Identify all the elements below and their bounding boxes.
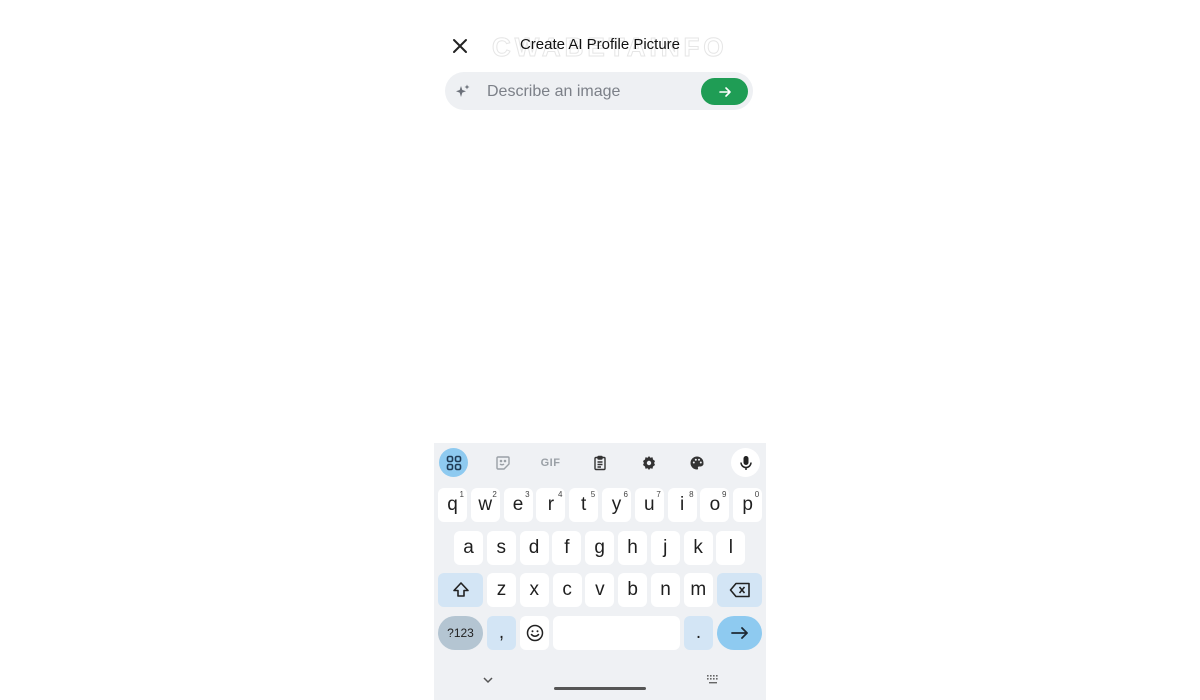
key-h[interactable]: h bbox=[618, 531, 647, 565]
key-label: y bbox=[611, 494, 622, 515]
key-u[interactable]: u7 bbox=[634, 488, 664, 522]
key-hint: 7 bbox=[656, 490, 661, 499]
clipboard-icon bbox=[593, 455, 606, 470]
sparkle-icon bbox=[456, 84, 470, 97]
key-label: t bbox=[581, 494, 587, 515]
key-label: q bbox=[447, 494, 458, 515]
key-z[interactable]: z bbox=[487, 573, 516, 607]
prompt-input[interactable] bbox=[485, 72, 699, 112]
key-label: w bbox=[478, 494, 493, 515]
sticker-icon bbox=[495, 455, 510, 470]
space-key[interactable] bbox=[553, 616, 680, 650]
key-hint: 5 bbox=[590, 490, 596, 499]
prompt-bar bbox=[445, 72, 753, 112]
gif-button[interactable]: GIF bbox=[536, 448, 565, 477]
palette-icon bbox=[690, 456, 704, 469]
arrow-right-icon bbox=[730, 627, 748, 639]
key-m[interactable]: m bbox=[683, 573, 713, 607]
key-p[interactable]: p0 bbox=[733, 488, 763, 522]
microphone-icon bbox=[739, 455, 752, 470]
voice-input-button[interactable] bbox=[731, 448, 760, 477]
key-hint: 9 bbox=[721, 490, 727, 499]
key-t[interactable]: t5 bbox=[569, 488, 599, 522]
key-o[interactable]: o9 bbox=[700, 488, 730, 522]
key-label: i bbox=[679, 494, 685, 515]
key-hint: 1 bbox=[459, 490, 464, 499]
key-label: p bbox=[742, 494, 753, 515]
key-x[interactable]: x bbox=[519, 573, 549, 607]
emoji-icon bbox=[526, 624, 543, 642]
clipboard-button[interactable] bbox=[585, 448, 614, 477]
key-hint: 0 bbox=[754, 490, 760, 499]
sticker-button[interactable] bbox=[488, 448, 517, 477]
phone-screen: CWABETAINFO Create AI Profile Picture GI… bbox=[434, 0, 766, 700]
enter-key[interactable] bbox=[717, 616, 762, 650]
key-g[interactable]: g bbox=[585, 531, 615, 565]
key-label: e bbox=[512, 494, 524, 515]
keyboard-toolbar: GIF bbox=[434, 443, 766, 483]
key-hint: 4 bbox=[557, 490, 563, 499]
key-w[interactable]: w2 bbox=[470, 488, 500, 522]
key-j[interactable]: j bbox=[650, 531, 680, 565]
key-d[interactable]: d bbox=[519, 531, 549, 565]
key-y[interactable]: y6 bbox=[602, 488, 631, 522]
key-f[interactable]: f bbox=[552, 531, 582, 565]
key-label: u bbox=[644, 494, 655, 515]
key-hint: 2 bbox=[492, 490, 497, 499]
emoji-key[interactable] bbox=[520, 616, 549, 650]
key-r[interactable]: r4 bbox=[536, 488, 566, 522]
page-title: Create AI Profile Picture bbox=[519, 36, 681, 53]
symbols-key[interactable]: ?123 bbox=[438, 616, 483, 650]
period-key[interactable]: . bbox=[684, 616, 713, 650]
keyboard: GIF q1w2e3r4t5y6u7i8o9p0 asdfghjkl zxcvb… bbox=[434, 443, 766, 700]
comma-key[interactable]: , bbox=[487, 616, 516, 650]
key-e[interactable]: e3 bbox=[503, 488, 533, 522]
arrow-right-icon bbox=[718, 86, 731, 97]
key-k[interactable]: k bbox=[683, 531, 713, 565]
key-l[interactable]: l bbox=[716, 531, 746, 565]
shift-icon bbox=[452, 582, 469, 597]
keyboard-switch-icon[interactable] bbox=[706, 674, 720, 686]
key-hint: 3 bbox=[525, 490, 530, 499]
settings-icon bbox=[642, 455, 655, 470]
key-label: o bbox=[709, 494, 721, 515]
key-i[interactable]: i8 bbox=[667, 488, 697, 522]
key-a[interactable]: a bbox=[454, 531, 483, 565]
nav-bar bbox=[434, 669, 766, 700]
shift-key[interactable] bbox=[438, 573, 483, 607]
send-button[interactable] bbox=[701, 78, 748, 105]
gif-icon: GIF bbox=[540, 456, 561, 469]
key-c[interactable]: c bbox=[552, 573, 582, 607]
theme-button[interactable] bbox=[682, 448, 711, 477]
settings-button[interactable] bbox=[634, 448, 663, 477]
key-v[interactable]: v bbox=[585, 573, 615, 607]
key-hint: 6 bbox=[623, 490, 628, 499]
apps-button[interactable] bbox=[439, 448, 468, 477]
header: CWABETAINFO Create AI Profile Picture bbox=[434, 28, 766, 64]
apps-grid-icon bbox=[446, 455, 461, 470]
backspace-key[interactable] bbox=[717, 573, 762, 607]
key-b[interactable]: b bbox=[618, 573, 648, 607]
key-label: r bbox=[547, 494, 555, 515]
key-s[interactable]: s bbox=[486, 531, 516, 565]
key-q[interactable]: q1 bbox=[438, 488, 467, 522]
gesture-handle[interactable] bbox=[554, 687, 646, 690]
backspace-icon bbox=[729, 582, 750, 598]
key-n[interactable]: n bbox=[651, 573, 680, 607]
hide-keyboard-chevron-down-icon[interactable] bbox=[482, 675, 494, 685]
key-hint: 8 bbox=[689, 490, 694, 499]
